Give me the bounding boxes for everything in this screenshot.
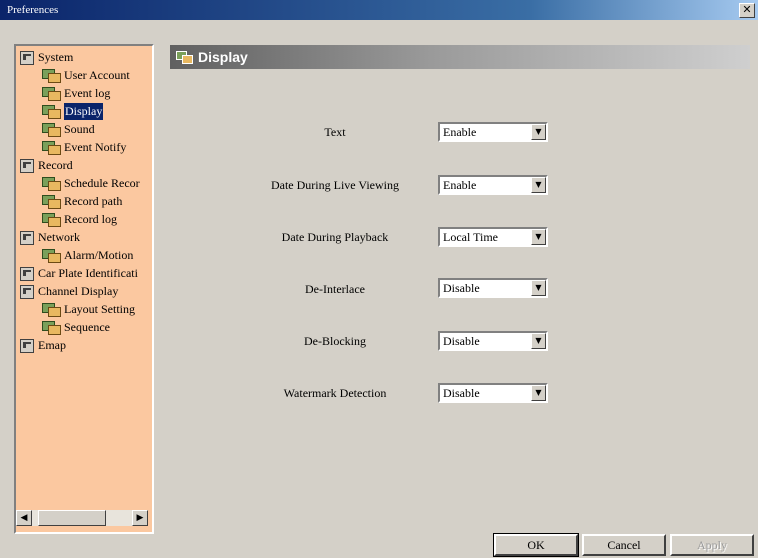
page-icon [42,213,61,227]
tree-list: System User Account Event log Display So… [16,49,152,355]
tree-item-label: Display [64,103,104,120]
folder-icon [20,231,34,245]
scroll-left-icon[interactable]: ◀ [16,510,32,526]
tree-item-alarm-motion[interactable]: Alarm/Motion [16,247,152,265]
tree-item-event-log[interactable]: Event log [16,85,152,103]
folder-icon [20,285,34,299]
text-label: Text [324,125,346,139]
tree-item-event-notify[interactable]: Event Notify [16,139,152,157]
navigation-tree[interactable]: System User Account Event log Display So… [14,44,154,534]
tree-item-label: Sound [64,122,95,136]
page-icon [42,195,61,209]
tree-item-network[interactable]: Network [16,229,152,247]
chevron-down-icon[interactable]: ▼ [531,124,546,140]
page-icon [42,321,61,335]
tree-item-record-path[interactable]: Record path [16,193,152,211]
ok-button[interactable]: OK [493,533,579,557]
date-playback-dropdown[interactable]: Local Time ▼ [438,227,548,247]
chevron-down-icon[interactable]: ▼ [531,177,546,193]
tree-item-layout-setting[interactable]: Layout Setting [16,301,152,319]
page-icon [42,87,61,101]
display-icon [176,51,193,64]
title-bar: Preferences ✕ [0,0,758,20]
tree-item-label: Event log [64,86,111,100]
page-icon [42,123,61,137]
tree-item-emap[interactable]: Emap [16,337,152,355]
chevron-down-icon[interactable]: ▼ [531,229,546,245]
close-icon[interactable]: ✕ [739,3,755,18]
tree-item-label: Schedule Recor [64,176,140,190]
tree-item-sequence[interactable]: Sequence [16,319,152,337]
tree-item-sound[interactable]: Sound [16,121,152,139]
page-icon [42,105,61,119]
page-icon [42,177,61,191]
date-live-viewing-label: Date During Live Viewing [270,178,400,192]
folder-icon [20,51,34,65]
watermark-detection-label: Watermark Detection [283,386,387,400]
dropdown-value: Disable [443,281,480,295]
page-icon [42,249,61,263]
tree-item-label: Alarm/Motion [64,248,134,262]
cancel-button[interactable]: Cancel [582,534,666,556]
tree-item-channel-display[interactable]: Channel Display [16,283,152,301]
tree-item-label: Record path [64,194,123,208]
folder-icon [20,339,34,353]
de-blocking-dropdown[interactable]: Disable ▼ [438,331,548,351]
tree-item-label: Record [38,158,73,172]
tree-item-label: Network [38,230,80,244]
date-playback-label: Date During Playback [281,230,389,244]
tree-item-record-log[interactable]: Record log [16,211,152,229]
de-interlace-dropdown[interactable]: Disable ▼ [438,278,548,298]
tree-item-label: System [38,50,74,64]
watermark-detection-dropdown[interactable]: Disable ▼ [438,383,548,403]
dropdown-value: Enable [443,125,477,139]
apply-button[interactable]: Apply [670,534,754,556]
tree-item-record[interactable]: Record [16,157,152,175]
tree-item-label: Event Notify [64,140,127,154]
page-icon [42,69,61,83]
tree-item-label: Sequence [64,320,110,334]
dropdown-value: Disable [443,334,480,348]
folder-icon [20,159,34,173]
tree-horizontal-scrollbar[interactable]: ◀ ▶ [16,510,148,526]
tree-item-user-account[interactable]: User Account [16,67,152,85]
tree-item-label: Car Plate Identificati [38,266,138,280]
tree-item-label: Channel Display [38,284,119,298]
date-live-viewing-dropdown[interactable]: Enable ▼ [438,175,548,195]
tree-item-system[interactable]: System [16,49,152,67]
de-blocking-label: De-Blocking [304,334,366,348]
chevron-down-icon[interactable]: ▼ [531,280,546,296]
dropdown-value: Local Time [443,230,499,244]
chevron-down-icon[interactable]: ▼ [531,333,546,349]
scroll-right-icon[interactable]: ▶ [132,510,148,526]
page-icon [42,303,61,317]
page-icon [42,141,61,155]
window-title: Preferences [7,4,59,16]
tree-item-label: User Account [64,68,130,82]
panel-title: Display [198,49,248,65]
tree-item-schedule-record[interactable]: Schedule Recor [16,175,152,193]
tree-item-car-plate[interactable]: Car Plate Identificati [16,265,152,283]
tree-item-display[interactable]: Display [16,103,152,121]
tree-item-label: Emap [38,338,66,352]
scroll-thumb[interactable] [38,510,106,526]
folder-icon [20,267,34,281]
tree-item-label: Record log [64,212,117,226]
dropdown-value: Disable [443,386,480,400]
de-interlace-label: De-Interlace [305,282,365,296]
chevron-down-icon[interactable]: ▼ [531,385,546,401]
dropdown-value: Enable [443,178,477,192]
tree-item-label: Layout Setting [64,302,135,316]
text-dropdown[interactable]: Enable ▼ [438,122,548,142]
panel-header: Display [170,45,750,69]
